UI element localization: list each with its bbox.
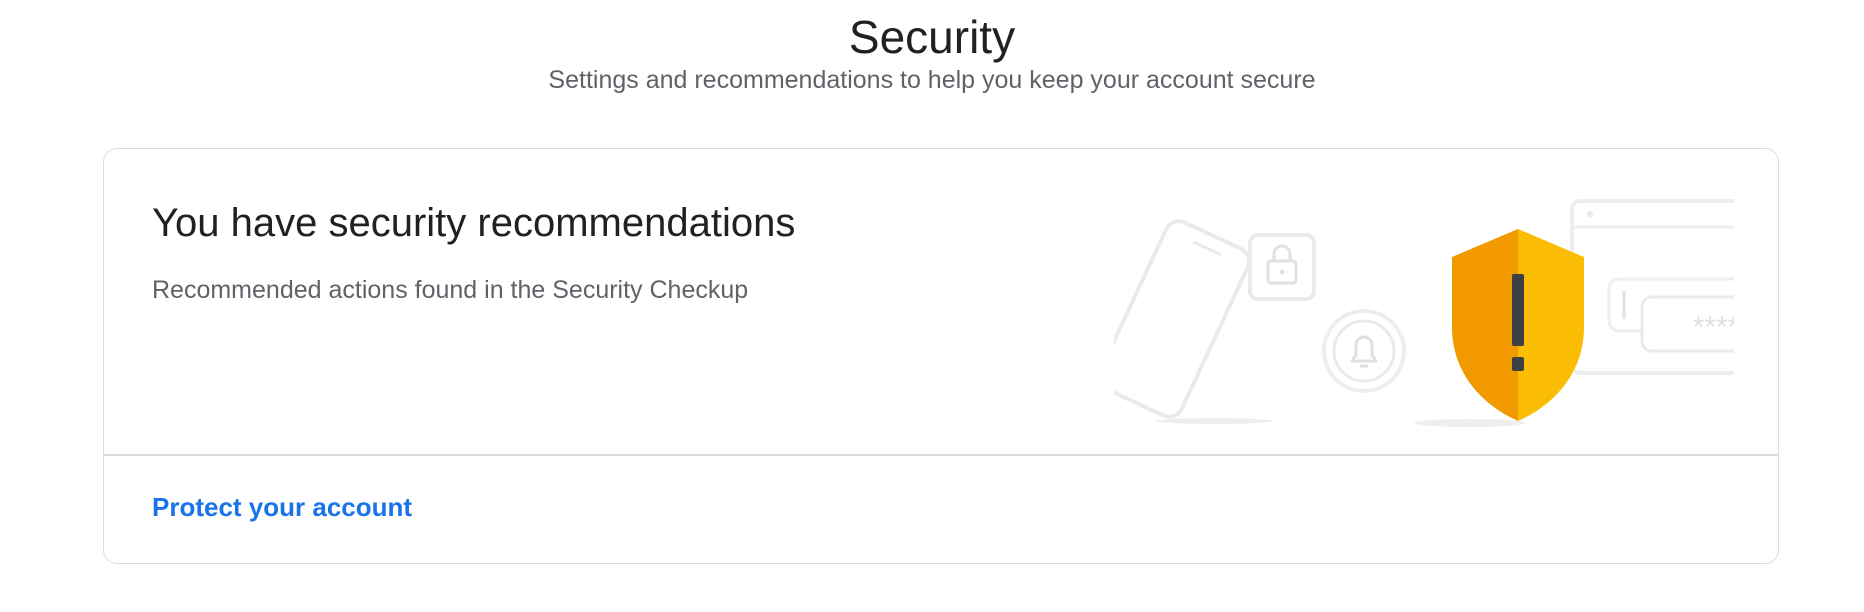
protect-account-link[interactable]: Protect your account (152, 491, 412, 523)
card-main[interactable]: You have security recommendations Recomm… (104, 149, 1778, 454)
security-recommendations-card: You have security recommendations Recomm… (103, 148, 1779, 564)
card-description: Recommended actions found in the Securit… (152, 276, 749, 304)
page-subtitle: Settings and recommendations to help you… (548, 66, 1316, 94)
password-mask: **** (1693, 311, 1734, 344)
warning-shield-icon (1452, 229, 1584, 421)
page-title: Security (848, 10, 1016, 63)
security-page: Security Settings and recommendations to… (0, 0, 1864, 612)
bell-icon (1322, 309, 1406, 393)
card-footer: Protect your account (104, 455, 1778, 563)
card-title: You have security recommendations (152, 201, 796, 245)
phone-icon (1114, 219, 1252, 419)
lock-icon (1248, 233, 1316, 301)
security-illustration: **** (1114, 199, 1734, 427)
